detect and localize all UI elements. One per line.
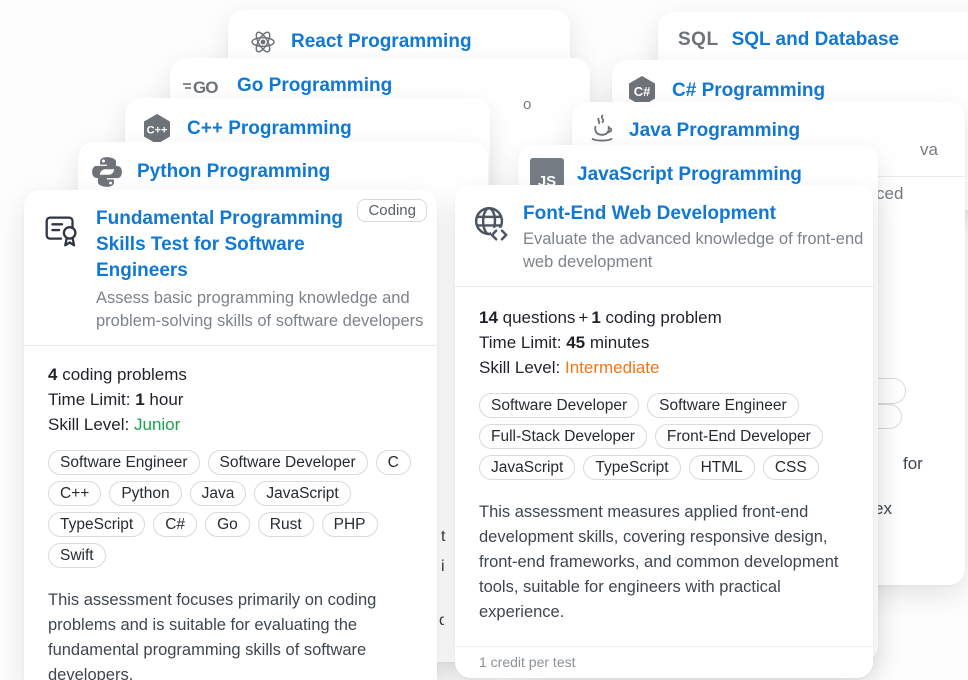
frontend-header: Font-End Web Development Evaluate the ad… <box>455 185 873 287</box>
go-icon: GO <box>182 75 224 97</box>
coding-badge: Coding <box>357 199 427 222</box>
skill-level-value: Junior <box>134 415 180 434</box>
card-title: Java Programming <box>629 120 800 142</box>
csharp-icon-label: C# <box>634 84 651 99</box>
skill-level-value: Intermediate <box>565 358 660 377</box>
assessment-cards-stack: React Programming SQL SQL and Database G… <box>0 0 968 680</box>
tag-pill: Full-Stack Developer <box>479 424 647 449</box>
tag-pill: Front-End Developer <box>655 424 823 449</box>
card-title: Go Programming <box>237 75 392 97</box>
tag-list: Software Developer Software EngineerFull-… <box>479 393 849 480</box>
sql-icon: SQL <box>678 29 719 51</box>
clipped-text-fragment: o <box>523 96 531 113</box>
card-fundamental-skills-test[interactable]: Fundamental Programming Skills Test for … <box>24 190 437 680</box>
fundamental-header: Fundamental Programming Skills Test for … <box>24 190 437 346</box>
tag-pill: TypeScript <box>48 512 145 537</box>
frontend-body: 14 questions + 1 coding problem Time Lim… <box>455 287 873 625</box>
tag-pill: Software Developer <box>479 393 639 418</box>
assessment-subtitle: Evaluate the advanced knowledge of front… <box>523 228 865 274</box>
card-title: SQL and Database <box>732 29 900 51</box>
java-icon <box>588 114 616 148</box>
assessment-subtitle: Assess basic programming knowledge and p… <box>96 287 429 333</box>
react-icon <box>248 27 278 57</box>
clipped-text-fragment: i <box>441 558 446 576</box>
tag-pill: TypeScript <box>583 455 680 480</box>
assessment-title[interactable]: Font-End Web Development <box>523 201 865 227</box>
tag-pill: PHP <box>322 512 378 537</box>
tag-pill: C <box>376 450 411 475</box>
tag-pill: Rust <box>258 512 314 537</box>
card-title: React Programming <box>291 31 472 53</box>
tag-list: Software Engineer Software Developer C C++ P… <box>48 450 413 568</box>
assessment-description: This assessment measures applied front-e… <box>479 500 849 625</box>
cpp-icon: C++ <box>140 112 174 146</box>
cpp-icon-label: C++ <box>147 125 168 137</box>
tag-pill: JavaScript <box>254 481 350 506</box>
tag-pill: JavaScript <box>479 455 575 480</box>
tag-pill: Software Developer <box>208 450 368 475</box>
clipped-text-fragment: d <box>439 612 444 630</box>
credit-footer: 1 credit per test <box>455 646 873 678</box>
tag-pill: C++ <box>48 481 101 506</box>
tag-pill: CSS <box>763 455 819 480</box>
card-title: Python Programming <box>137 161 330 183</box>
time-limit: Time Limit: 45 minutes <box>479 330 849 355</box>
clipped-text-fragment: ced <box>876 184 903 204</box>
skill-level: Skill Level: Intermediate <box>479 355 849 380</box>
question-count: 14 questions + 1 coding problem <box>479 305 849 330</box>
tag-pill: Java <box>190 481 247 506</box>
tag-pill: Software Engineer <box>48 450 200 475</box>
clipped-text-fragment: t <box>441 528 446 546</box>
card-title: JavaScript Programming <box>577 164 802 186</box>
tag-pill: C# <box>153 512 197 537</box>
card-title: C++ Programming <box>187 118 352 140</box>
tag-pill: Python <box>109 481 181 506</box>
tag-pill: Swift <box>48 543 106 568</box>
go-icon-label: GO <box>193 78 218 97</box>
assessment-description: This assessment focuses primarily on cod… <box>48 588 413 680</box>
clipped-text-fragment: for <box>903 454 923 474</box>
tag-pill: Go <box>205 512 250 537</box>
python-icon <box>90 155 124 189</box>
globe-code-icon <box>469 202 511 274</box>
skill-level: Skill Level: Junior <box>48 412 413 437</box>
card-front-end-web-development[interactable]: Font-End Web Development Evaluate the ad… <box>455 185 873 678</box>
clipped-text-fragment: va <box>920 140 938 160</box>
time-limit: Time Limit: 1 hour <box>48 387 413 412</box>
assessment-title[interactable]: Fundamental Programming Skills Test for … <box>96 206 354 284</box>
fundamental-body: 4 coding problems Time Limit: 1 hour Ski… <box>24 346 437 680</box>
card-title: C# Programming <box>672 80 825 102</box>
question-count: 4 coding problems <box>48 362 413 387</box>
tag-pill: Software Engineer <box>647 393 799 418</box>
certificate-icon <box>40 208 84 333</box>
tag-pill: HTML <box>689 455 755 480</box>
